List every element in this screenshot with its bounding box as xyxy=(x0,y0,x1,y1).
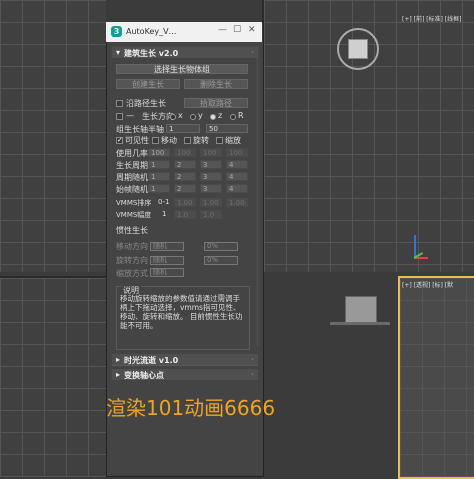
rollout-divider xyxy=(112,365,258,366)
radio-axis-y-label: y xyxy=(198,111,203,120)
viewcube-icon[interactable] xyxy=(337,28,379,70)
scale-checkbox[interactable] xyxy=(216,137,223,144)
cycle-label: 生长周期 xyxy=(116,161,148,170)
radio-axis-r-label: R xyxy=(238,111,244,120)
viewport-top-left[interactable] xyxy=(0,0,106,272)
scale-label: 缩放 xyxy=(225,136,241,145)
delete-growth-button[interactable]: 删除生长 xyxy=(184,79,248,89)
probability-label: 使用几率 xyxy=(116,149,148,158)
move-direction-field[interactable]: 随机 xyxy=(150,242,184,251)
rollout-pivot-header[interactable]: ▸ 变换轴心点 · xyxy=(112,369,258,380)
path-growth-checkbox[interactable] xyxy=(116,100,123,107)
rollout-pivot-title: 变换轴心点 xyxy=(124,371,164,380)
move-direction-label: 移动方向 xyxy=(116,242,148,251)
radio-axis-x-label: x xyxy=(178,111,183,120)
axis-dropdown[interactable]: 1 xyxy=(166,124,200,133)
create-growth-button[interactable]: 创建生长 xyxy=(116,79,180,89)
expand-arrow-icon: ▸ xyxy=(116,355,121,364)
rollout-dot-icon: · xyxy=(250,48,254,57)
start-random-spinner-4[interactable]: 4 xyxy=(226,184,248,193)
vmms-amplitude-spinner-2[interactable]: 1.0 xyxy=(200,210,222,219)
radio-axis-r[interactable] xyxy=(230,114,236,120)
radio-axis-z[interactable] xyxy=(210,114,216,120)
window-scrollbar[interactable] xyxy=(256,46,259,346)
axis-half-label: 组生长轴半轴 xyxy=(116,125,164,134)
period-random-spinner-4[interactable]: 4 xyxy=(226,172,248,181)
start-random-spinner-2[interactable]: 2 xyxy=(174,184,196,193)
vmms-amplitude-value: 1 xyxy=(162,210,167,218)
rotate-direction-value[interactable]: 0% xyxy=(204,256,238,265)
vmms-order-spinner-2[interactable]: 1.00 xyxy=(200,198,222,207)
close-button[interactable]: ✕ xyxy=(248,25,256,35)
start-random-spinner-3[interactable]: 3 xyxy=(200,184,222,193)
vmms-amplitude-label: VMMS幅度 xyxy=(116,211,152,219)
vmms-order-spinner-1[interactable]: 1.00 xyxy=(174,198,196,207)
axis-value-dropdown[interactable]: 50 xyxy=(206,124,248,133)
vmms-amplitude-spinner-1[interactable]: 1.0 xyxy=(174,210,196,219)
cycle-spinner-4[interactable]: 4 xyxy=(226,160,248,169)
period-random-label: 周期随机 xyxy=(116,173,148,182)
move-label: 移动 xyxy=(161,136,177,145)
radio-axis-y[interactable] xyxy=(190,114,196,120)
app-logo-icon: 3 xyxy=(111,26,122,37)
scene-object-box[interactable] xyxy=(345,296,377,324)
dash-label: — xyxy=(126,111,134,120)
probability-visibility-spinner[interactable]: 100 xyxy=(148,148,170,157)
scale-mode-label: 缩放方式 xyxy=(116,269,148,278)
vmms-order-label: VMMS排序 xyxy=(116,199,152,207)
rollout-time-flow-header[interactable]: ▸ 时光流逝 v1.0 · xyxy=(112,354,258,365)
viewport-label-front[interactable]: [+] [前] [标准] [线框] xyxy=(402,14,461,23)
cycle-spinner-3[interactable]: 3 xyxy=(200,160,222,169)
rollout-growth-title: 建筑生长 v2.0 xyxy=(124,49,179,58)
viewport-perspective[interactable] xyxy=(398,276,474,479)
scale-mode-field[interactable]: 随机 xyxy=(150,268,184,277)
visibility-label: 可见性 xyxy=(125,136,149,145)
expand-arrow-icon: ▸ xyxy=(116,370,121,379)
direction-checkbox[interactable] xyxy=(116,113,123,120)
period-random-spinner-3[interactable]: 3 xyxy=(200,172,222,181)
viewport-bottom-left[interactable] xyxy=(0,276,106,477)
move-direction-value[interactable]: 0% xyxy=(204,242,238,251)
period-random-spinner-1[interactable]: 1 xyxy=(148,172,170,181)
radio-axis-x[interactable] xyxy=(170,114,176,120)
rotate-checkbox[interactable] xyxy=(184,137,191,144)
collapse-arrow-icon: ▾ xyxy=(116,48,121,57)
rollout-dot-icon: · xyxy=(250,370,254,379)
watermark-text: 渲染101动画6666 xyxy=(106,396,276,420)
window-titlebar[interactable]: 3 AutoKey_V… — ☐ ✕ xyxy=(106,22,262,42)
cycle-spinner-1[interactable]: 1 xyxy=(148,160,170,169)
probability-rotate-spinner[interactable]: 100 xyxy=(200,148,222,157)
notes-text: 移动旋转缩放的参数值请通过需调手柄上下拖动选择，vmms指可见性、移动、旋转和缩… xyxy=(120,294,243,330)
viewport-label-perspective[interactable]: [+] [透视] [标] [默 xyxy=(402,280,453,289)
select-group-button[interactable]: 选择生长物体组 xyxy=(116,64,248,74)
window-title: AutoKey_V… xyxy=(126,27,177,36)
vmms-order-value: 0-1 xyxy=(158,198,170,206)
axis-gizmo-icon xyxy=(410,235,440,265)
start-random-label: 始帧随机 xyxy=(116,185,148,194)
path-growth-label: 沿路径生长 xyxy=(126,99,166,108)
rotate-direction-label: 旋转方向 xyxy=(116,256,148,265)
rollout-growth-header[interactable]: ▾ 建筑生长 v2.0 · xyxy=(112,47,258,58)
scene-ground xyxy=(330,322,390,325)
rotate-label: 旋转 xyxy=(193,136,209,145)
rollout-dot-icon: · xyxy=(250,355,254,364)
inertia-growth-label: 惯性生长 xyxy=(116,226,148,235)
radio-axis-z-label: z xyxy=(218,111,223,120)
visibility-checkbox[interactable]: ✓ xyxy=(116,137,123,144)
period-random-spinner-2[interactable]: 2 xyxy=(174,172,196,181)
maximize-button[interactable]: ☐ xyxy=(233,25,241,35)
rotate-direction-field[interactable]: 随机 xyxy=(150,256,184,265)
move-checkbox[interactable] xyxy=(152,137,159,144)
vmms-order-spinner-3[interactable]: 1.00 xyxy=(226,198,248,207)
probability-move-spinner[interactable]: 100 xyxy=(174,148,196,157)
start-random-spinner-1[interactable]: 1 xyxy=(148,184,170,193)
cycle-spinner-2[interactable]: 2 xyxy=(174,160,196,169)
minimize-button[interactable]: — xyxy=(218,25,227,35)
probability-scale-spinner[interactable]: 100 xyxy=(226,148,248,157)
pick-path-button[interactable]: 拾取路径 xyxy=(184,98,248,108)
